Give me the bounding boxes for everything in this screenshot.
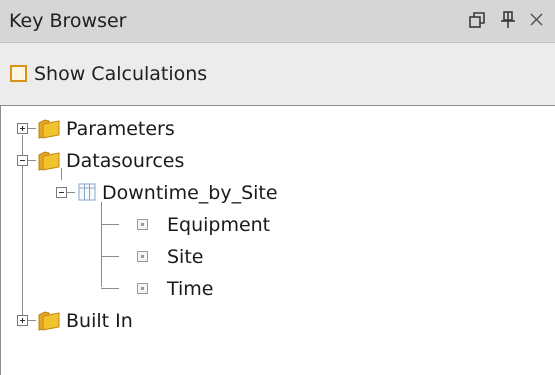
tree-label-site: Site	[167, 246, 204, 268]
tree-label-equipment: Equipment	[167, 214, 271, 236]
expand-icon[interactable]	[17, 315, 28, 326]
pin-icon[interactable]	[497, 9, 519, 31]
table-icon	[78, 183, 96, 205]
options-toolbar: Show Calculations	[0, 43, 555, 105]
tree-label-parameters: Parameters	[66, 118, 175, 140]
tree-label-datasources: Datasources	[66, 150, 185, 172]
folder-icon	[37, 308, 63, 336]
show-calculations-label[interactable]: Show Calculations	[34, 62, 207, 86]
folder-icon	[37, 148, 63, 176]
tree-node-parameters[interactable]: Parameters	[1, 114, 301, 144]
tree-node-datasources[interactable]: Datasources	[1, 146, 301, 176]
tree-node-downtime-by-site[interactable]: Downtime_by_Site	[1, 178, 361, 208]
folder-icon	[37, 116, 63, 144]
panel-title-bar: Key Browser	[0, 0, 555, 43]
tree-label-downtime-by-site: Downtime_by_Site	[102, 182, 278, 204]
collapse-icon[interactable]	[17, 155, 28, 166]
field-icon	[137, 219, 148, 230]
field-icon	[137, 283, 148, 294]
tree-node-site[interactable]: Site	[1, 242, 361, 272]
field-icon	[137, 251, 148, 262]
expand-icon[interactable]	[17, 123, 28, 134]
tree-label-built-in: Built In	[66, 310, 133, 332]
restore-window-icon[interactable]	[467, 9, 489, 31]
tree-node-built-in[interactable]: Built In	[1, 306, 301, 336]
tree-node-equipment[interactable]: Equipment	[1, 210, 361, 240]
key-tree[interactable]: Parameters Datasources Downtime_by_Site …	[0, 105, 555, 375]
close-icon[interactable]	[526, 9, 548, 31]
show-calculations-checkbox[interactable]	[10, 65, 27, 82]
panel-title: Key Browser	[9, 10, 127, 32]
collapse-icon[interactable]	[56, 187, 67, 198]
tree-label-time: Time	[167, 278, 214, 300]
key-browser-panel: Key Browser Show Calculations Parameters…	[0, 0, 555, 375]
tree-node-time[interactable]: Time	[1, 274, 361, 304]
